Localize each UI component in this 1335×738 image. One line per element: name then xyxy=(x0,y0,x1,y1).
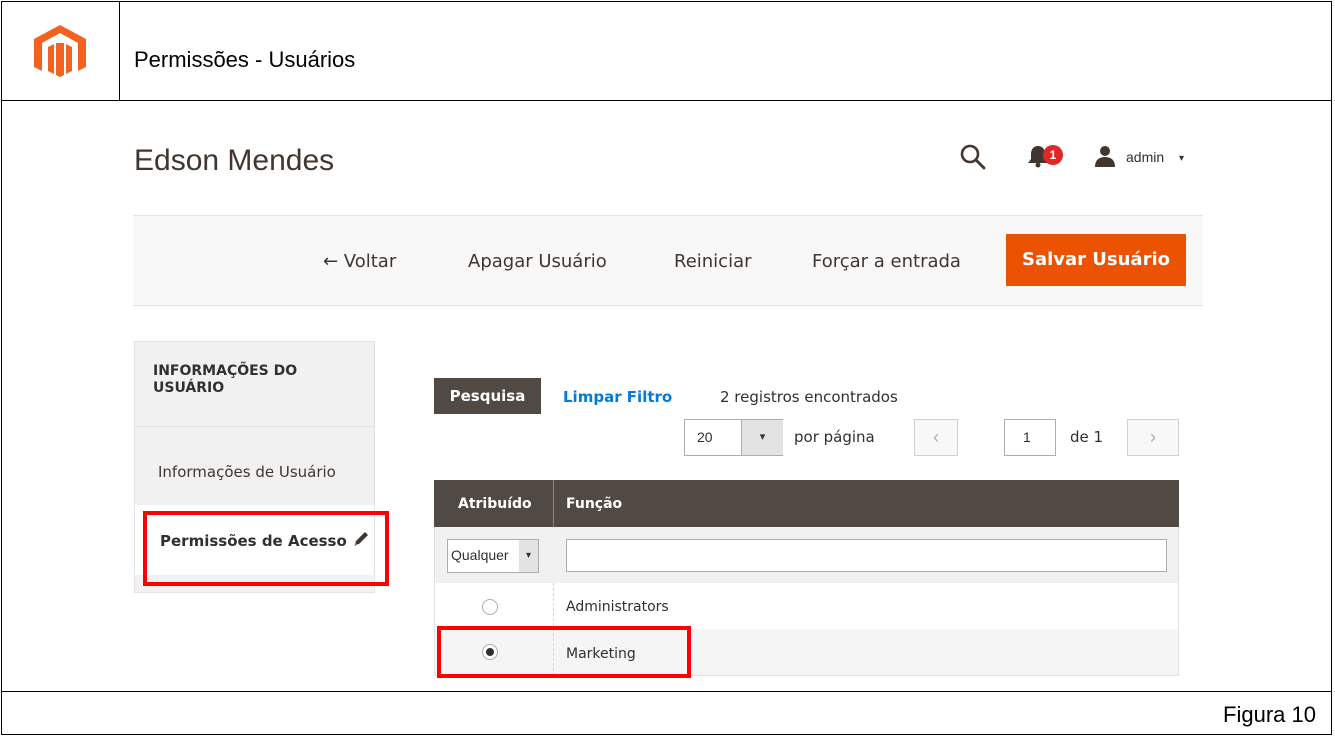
clear-filter-link[interactable]: Limpar Filtro xyxy=(563,388,672,406)
notification-count-badge[interactable]: 1 xyxy=(1043,145,1063,165)
highlight-box-sidebar xyxy=(143,511,389,586)
chevron-down-icon[interactable]: ▾ xyxy=(741,420,783,455)
next-page-button[interactable]: › xyxy=(1127,419,1179,456)
role-radio-administrators[interactable] xyxy=(482,599,498,615)
reset-button[interactable]: Reiniciar xyxy=(674,251,752,272)
document-header: Permissões - Usuários xyxy=(1,1,1332,101)
search-icon[interactable] xyxy=(960,144,986,170)
sidebar-heading: INFORMAÇÕES DO USUÁRIO xyxy=(153,363,298,396)
user-icon[interactable] xyxy=(1094,145,1116,167)
page-number-input[interactable]: 1 xyxy=(1004,419,1056,456)
header-divider xyxy=(553,480,554,527)
previous-page-button[interactable]: ‹ xyxy=(914,419,958,456)
tab-user-info[interactable]: Informações de Usuário xyxy=(158,463,336,481)
force-login-button[interactable]: Forçar a entrada xyxy=(812,251,961,272)
chevron-down-icon[interactable]: ▾ xyxy=(519,540,538,572)
assigned-filter-value[interactable]: Qualquer xyxy=(451,547,519,563)
magento-logo-icon xyxy=(34,25,86,77)
save-user-button[interactable]: Salvar Usuário xyxy=(1006,234,1186,286)
role-filter-input[interactable] xyxy=(566,539,1167,572)
per-page-label: por página xyxy=(794,428,875,446)
back-button[interactable]: ← Voltar xyxy=(323,251,396,272)
records-found-count: 2 registros encontrados xyxy=(720,388,898,406)
admin-user-menu[interactable]: admin xyxy=(1126,149,1164,165)
chevron-down-icon[interactable]: ▾ xyxy=(1179,153,1184,164)
delete-user-button[interactable]: Apagar Usuário xyxy=(468,251,607,272)
search-button[interactable]: Pesquisa xyxy=(434,378,541,414)
total-pages-label: de 1 xyxy=(1070,428,1104,446)
figure-label: Figura 10 xyxy=(1223,702,1316,727)
logo-cell xyxy=(1,1,120,100)
table-row[interactable] xyxy=(434,583,1179,629)
per-page-value[interactable]: 20 xyxy=(697,429,713,445)
sidebar-divider xyxy=(135,426,374,427)
highlight-box-marketing-row xyxy=(437,626,691,678)
column-header-assigned[interactable]: Atribuído xyxy=(458,496,532,512)
document-title: Permissões - Usuários xyxy=(134,47,356,72)
role-name-cell: Administrators xyxy=(566,599,669,615)
column-header-role[interactable]: Função xyxy=(566,496,622,512)
grid-header-row xyxy=(434,480,1179,527)
document-footer: Figura 10 xyxy=(1,691,1332,735)
page-title: Edson Mendes xyxy=(134,144,335,177)
